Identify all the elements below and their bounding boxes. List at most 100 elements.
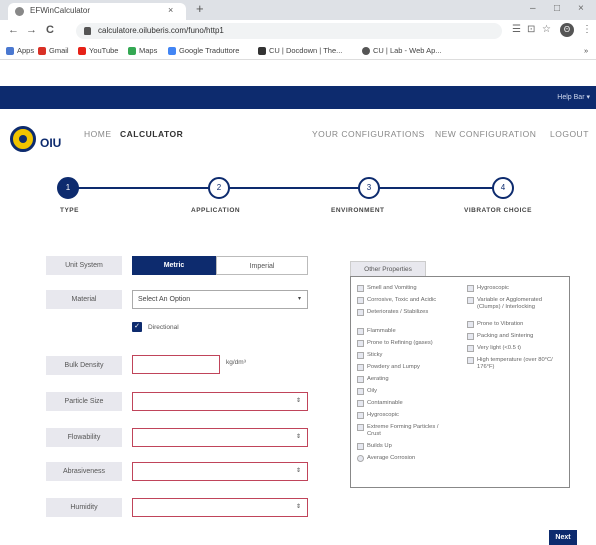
- property-checkbox[interactable]: Average Corrosion: [357, 455, 457, 462]
- gmail-icon: [38, 46, 46, 55]
- property-checkbox[interactable]: Hygroscopic: [467, 285, 567, 292]
- other-properties-panel: Smell and Vomiting Corrosive, Toxic and …: [350, 276, 570, 488]
- browser-tab-bar: EFWinCalculator × + – □ ×: [0, 0, 596, 20]
- bulk-density-label: Bulk Density: [46, 356, 122, 375]
- bookmark-star-icon[interactable]: ☆: [542, 24, 551, 35]
- back-icon[interactable]: ←: [8, 24, 19, 36]
- cast-icon[interactable]: ⊡: [527, 24, 535, 35]
- property-checkbox[interactable]: High temperature (over 80°C/ 176°F): [467, 357, 563, 371]
- maximize-icon[interactable]: □: [554, 3, 560, 14]
- bookmark-youtube[interactable]: YouTube: [78, 46, 118, 55]
- directional-checkbox[interactable]: ✓: [132, 322, 142, 332]
- translate-icon: [168, 46, 176, 55]
- property-checkbox[interactable]: Corrosive, Toxic and Acidic: [357, 297, 457, 304]
- lock-icon: [84, 27, 91, 35]
- nav-calculator[interactable]: CALCULATOR: [120, 129, 183, 139]
- step-4-label: VIBRATOR CHOICE: [464, 207, 532, 214]
- material-label: Material: [46, 290, 122, 309]
- bulk-density-unit: kg/dm³: [226, 359, 246, 366]
- property-checkbox[interactable]: Contaminable: [357, 400, 457, 407]
- property-checkbox[interactable]: Flammable: [357, 328, 457, 335]
- step-1-circle[interactable]: 1: [57, 177, 79, 199]
- directional-checkbox-label: Directional: [148, 324, 179, 331]
- menu-dots-icon[interactable]: ⋮: [582, 24, 592, 35]
- property-checkbox[interactable]: Deteriorates / Stabilizes: [357, 309, 447, 316]
- nav-your-configurations[interactable]: YOUR CONFIGURATIONS: [312, 129, 425, 139]
- bookmark-docdown[interactable]: CU | Docdown | The...: [258, 46, 342, 55]
- bookmark-gmail[interactable]: Gmail: [38, 46, 69, 55]
- select-arrows-icon: ⇕: [295, 434, 301, 440]
- property-checkbox[interactable]: Smell and Vomiting: [357, 285, 457, 292]
- youtube-icon: [78, 46, 86, 55]
- step-2-circle[interactable]: 2: [208, 177, 230, 199]
- minimize-icon[interactable]: –: [530, 3, 536, 14]
- step-4-circle[interactable]: 4: [492, 177, 514, 199]
- nav-new-configuration[interactable]: NEW CONFIGURATION: [435, 129, 536, 139]
- extensions-icon[interactable]: ☰: [512, 24, 521, 35]
- property-checkbox[interactable]: Aerating: [357, 376, 457, 383]
- property-checkbox[interactable]: Sticky: [357, 352, 457, 359]
- metric-toggle[interactable]: Metric: [132, 256, 216, 275]
- stepper-line: [68, 187, 502, 189]
- property-checkbox[interactable]: Very light (<0.5 t): [467, 345, 567, 352]
- bookmarks-bar: Apps Gmail YouTube Maps Google Traduttor…: [0, 42, 596, 60]
- imperial-toggle[interactable]: Imperial: [216, 256, 308, 275]
- tab-favicon-icon: [15, 7, 24, 16]
- step-3-circle[interactable]: 3: [358, 177, 380, 199]
- particle-size-select[interactable]: ⇕: [132, 392, 308, 411]
- material-select-value: Select An Option: [138, 296, 191, 303]
- chevron-down-icon: ▾: [297, 296, 301, 302]
- property-checkbox[interactable]: Hygroscopic: [357, 412, 457, 419]
- humidity-select[interactable]: ⇕: [132, 498, 308, 517]
- new-tab-icon[interactable]: +: [196, 2, 204, 16]
- select-arrows-icon: ⇕: [295, 398, 301, 404]
- apps-grid-icon: [6, 46, 14, 55]
- bookmark-lab[interactable]: CU | Lab - Web Ap...: [362, 46, 442, 55]
- bookmarks-more-icon[interactable]: »: [584, 46, 588, 55]
- profile-avatar-icon[interactable]: Θ: [560, 23, 574, 37]
- step-1-label: TYPE: [60, 207, 79, 214]
- flowability-select[interactable]: ⇕: [132, 428, 308, 447]
- select-arrows-icon: ⇕: [295, 468, 301, 474]
- browser-tab[interactable]: EFWinCalculator ×: [8, 3, 186, 20]
- property-checkbox[interactable]: Powdery and Lumpy: [357, 364, 457, 371]
- site-top-bar: Help Bar ▾: [0, 86, 596, 109]
- reload-icon[interactable]: C: [46, 24, 54, 36]
- property-checkbox[interactable]: Builds Up: [357, 443, 457, 450]
- bookmark-translate[interactable]: Google Traduttore: [168, 46, 239, 55]
- company-logo-icon[interactable]: [10, 126, 36, 152]
- step-3-label: ENVIRONMENT: [331, 207, 385, 214]
- window-close-icon[interactable]: ×: [578, 3, 584, 14]
- select-arrows-icon: ⇕: [295, 504, 301, 510]
- nav-home[interactable]: HOME: [84, 129, 112, 139]
- property-checkbox[interactable]: Variable or Agglomerated (Clumps) / Inte…: [467, 297, 563, 311]
- tab-title: EFWinCalculator: [30, 6, 91, 15]
- close-tab-icon[interactable]: ×: [168, 5, 173, 15]
- bookmark-maps[interactable]: Maps: [128, 46, 157, 55]
- next-button[interactable]: Next: [549, 530, 577, 545]
- doc-icon: [258, 46, 266, 55]
- browser-toolbar: ← → C calculatore.oiluberis.com/funo/htt…: [0, 20, 596, 42]
- other-properties-tab[interactable]: Other Properties: [350, 261, 426, 276]
- material-select[interactable]: Select An Option ▾: [132, 290, 308, 309]
- address-bar[interactable]: calculatore.oiluberis.com/funo/http1: [76, 23, 502, 39]
- property-checkbox[interactable]: Extreme Forming Particles / Crust: [357, 424, 451, 438]
- bookmark-apps[interactable]: Apps: [6, 46, 34, 55]
- property-checkbox[interactable]: Oily: [357, 388, 457, 395]
- humidity-label: Humidity: [46, 498, 122, 517]
- globe-icon: [362, 46, 370, 55]
- logo-text: OIU: [40, 136, 62, 150]
- particle-size-label: Particle Size: [46, 392, 122, 411]
- step-2-label: APPLICATION: [191, 207, 241, 214]
- forward-icon[interactable]: →: [26, 24, 37, 36]
- property-checkbox[interactable]: Packing and Sintering: [467, 333, 567, 340]
- abrasiveness-label: Abrasiveness: [46, 462, 122, 481]
- abrasiveness-select[interactable]: ⇕: [132, 462, 308, 481]
- property-checkbox[interactable]: Prone to Refining (gases): [357, 340, 461, 347]
- bulk-density-input[interactable]: [132, 355, 220, 374]
- nav-logout[interactable]: LOGOUT: [550, 129, 589, 139]
- property-checkbox[interactable]: Prone to Vibration: [467, 321, 567, 328]
- url-text: calculatore.oiluberis.com/funo/http1: [98, 26, 224, 35]
- top-bar-link[interactable]: Help Bar ▾: [557, 93, 590, 101]
- site-header: OIU HOME CALCULATOR YOUR CONFIGURATIONS …: [0, 109, 596, 165]
